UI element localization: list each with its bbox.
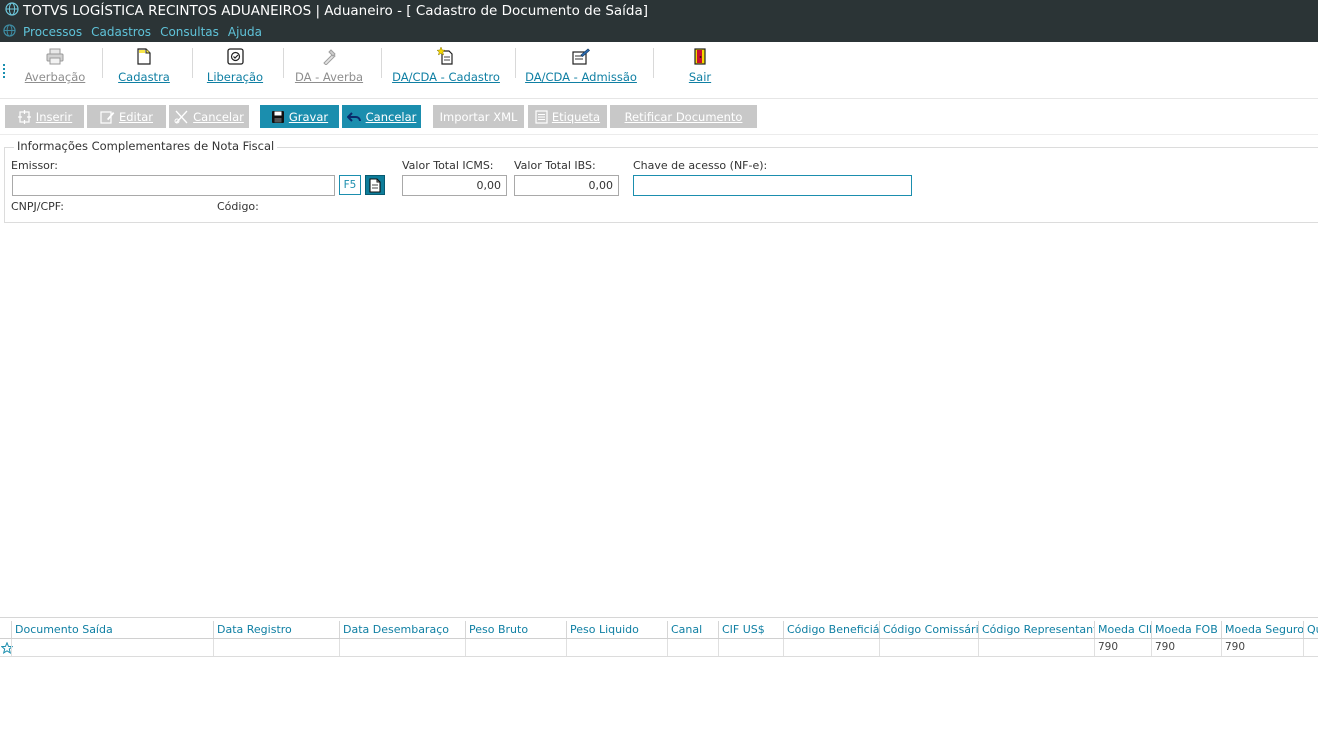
col-moeda-cif[interactable]: Moeda CIF (1094, 621, 1152, 638)
document-icon (368, 177, 382, 193)
grid-header: Documento Saída Data Registro Data Desem… (0, 621, 1318, 639)
col-canal[interactable]: Canal (667, 621, 719, 638)
ibs-label: Valor Total IBS: (514, 159, 596, 172)
label-sheet-icon (535, 109, 548, 124)
cell-data-desembaraco[interactable] (339, 639, 466, 656)
cell-peso-liquido[interactable] (566, 639, 668, 656)
col-codigo-comissaria[interactable]: Código Comissária (879, 621, 979, 638)
emissor-label: Emissor: (11, 159, 58, 172)
col-data-desembaraco[interactable]: Data Desembaraço (339, 621, 466, 638)
ribbon-dacda-cadastro-button[interactable]: DA/CDA - Cadastro (392, 45, 500, 95)
globe-icon (3, 24, 16, 40)
ribbon-label: Sair (688, 70, 712, 84)
menu-ajuda[interactable]: Ajuda (228, 25, 262, 39)
menu-cadastros[interactable]: Cadastros (91, 25, 151, 39)
cell-codigo-representante[interactable] (978, 639, 1095, 656)
cell-documento-saida[interactable] (11, 639, 214, 656)
globe-icon (5, 2, 19, 20)
grid-divider (0, 617, 1318, 618)
save-icon (271, 110, 285, 124)
ibs-input[interactable] (514, 175, 619, 196)
ribbon-label: Cadastra (118, 70, 170, 84)
menu-bar: Processos Cadastros Consultas Ajuda (0, 22, 1318, 42)
cell-codigo-comissaria[interactable] (879, 639, 979, 656)
retificar-documento-button[interactable]: Retificar Documento (610, 105, 757, 128)
col-documento-saida[interactable]: Documento Saída (11, 621, 214, 638)
ribbon-cadastra-button[interactable]: Cadastra (118, 45, 170, 95)
menu-consultas[interactable]: Consultas (160, 25, 219, 39)
separator (515, 48, 516, 78)
document-edit-icon (572, 45, 590, 65)
cancelar-button[interactable]: Cancelar (342, 105, 421, 128)
stamp-icon (321, 45, 337, 65)
cell-canal[interactable] (667, 639, 719, 656)
ribbon-averbacao-button[interactable]: Averbação (24, 45, 86, 95)
ribbon-dacda-admissao-button[interactable]: DA/CDA - Admissão (525, 45, 637, 95)
action-bar: Inserir Editar Cancelar Gravar Cancelar … (0, 99, 1318, 135)
undo-icon (346, 111, 362, 123)
seal-icon (226, 45, 244, 65)
gravar-button[interactable]: Gravar (260, 105, 339, 128)
document-lookup-button[interactable] (365, 175, 385, 195)
cell-cif-usd[interactable] (718, 639, 784, 656)
window-title: TOTVS LOGÍSTICA RECINTOS ADUANEIROS | Ad… (23, 3, 649, 19)
chave-acesso-input[interactable] (633, 175, 912, 196)
etiqueta-button[interactable]: Etiqueta (528, 105, 607, 128)
table-row[interactable]: 790 790 790 (0, 639, 1318, 657)
title-bar: TOTVS LOGÍSTICA RECINTOS ADUANEIROS | Ad… (0, 0, 1318, 22)
separator (653, 48, 654, 78)
cnpj-cpf-label: CNPJ/CPF: (11, 200, 64, 213)
editar-button[interactable]: Editar (87, 105, 166, 128)
col-moeda-fob[interactable]: Moeda FOB (1151, 621, 1222, 638)
scissors-icon (174, 110, 189, 124)
separator (283, 48, 284, 78)
group-title: Informações Complementares de Nota Fisca… (14, 139, 278, 153)
icms-input[interactable] (402, 175, 507, 196)
cell-data-registro[interactable] (213, 639, 340, 656)
ribbon-label: DA - Averba (294, 70, 364, 84)
chave-acesso-label: Chave de acesso (NF-e): (633, 159, 768, 172)
col-codigo-representante[interactable]: Código Representante (978, 621, 1095, 638)
col-peso-liquido[interactable]: Peso Liquido (566, 621, 668, 638)
ribbon-label: Averbação (24, 70, 86, 84)
cell-moeda-fob[interactable]: 790 (1151, 639, 1222, 656)
menu-processos[interactable]: Processos (23, 25, 82, 39)
ribbon-label: DA/CDA - Admissão (525, 70, 637, 84)
col-quantidade[interactable]: Qu (1303, 621, 1318, 638)
ribbon-label: Liberação (206, 70, 264, 84)
separator (192, 48, 193, 78)
exit-door-icon (694, 45, 706, 65)
col-cif-usd[interactable]: CIF US$ (718, 621, 784, 638)
icms-label: Valor Total ICMS: (402, 159, 494, 172)
cell-moeda-seguro[interactable]: 790 (1221, 639, 1304, 656)
col-peso-bruto[interactable]: Peso Bruto (465, 621, 567, 638)
inserir-button[interactable]: Inserir (5, 105, 84, 128)
ribbon-label: DA/CDA - Cadastro (392, 70, 500, 84)
toolbar-grip-icon[interactable] (3, 64, 5, 78)
insert-icon (17, 109, 32, 124)
col-data-registro[interactable]: Data Registro (213, 621, 340, 638)
cancelar-disabled-button[interactable]: Cancelar (169, 105, 249, 128)
f5-search-button[interactable]: F5 (339, 175, 361, 195)
document-star-icon (437, 45, 455, 65)
emissor-input[interactable] (12, 175, 335, 196)
col-codigo-beneficiario[interactable]: Código Beneficiário (783, 621, 880, 638)
codigo-label: Código: (217, 200, 259, 213)
cell-moeda-cif[interactable]: 790 (1094, 639, 1152, 656)
cell-peso-bruto[interactable] (465, 639, 567, 656)
ribbon-toolbar: Averbação Cadastra Liberação DA - Averba… (0, 42, 1318, 99)
edit-icon (100, 110, 115, 124)
document-icon (137, 45, 151, 65)
printer-icon (46, 45, 64, 65)
col-moeda-seguro[interactable]: Moeda Seguro (1221, 621, 1304, 638)
importar-xml-button[interactable]: Importar XML (433, 105, 524, 128)
separator (381, 48, 382, 78)
cell-quantidade[interactable] (1303, 639, 1318, 656)
ribbon-da-averba-button[interactable]: DA - Averba (294, 45, 364, 95)
ribbon-sair-button[interactable]: Sair (684, 45, 716, 95)
cell-codigo-beneficiario[interactable] (783, 639, 880, 656)
separator (102, 48, 103, 78)
ribbon-liberacao-button[interactable]: Liberação (206, 45, 264, 95)
